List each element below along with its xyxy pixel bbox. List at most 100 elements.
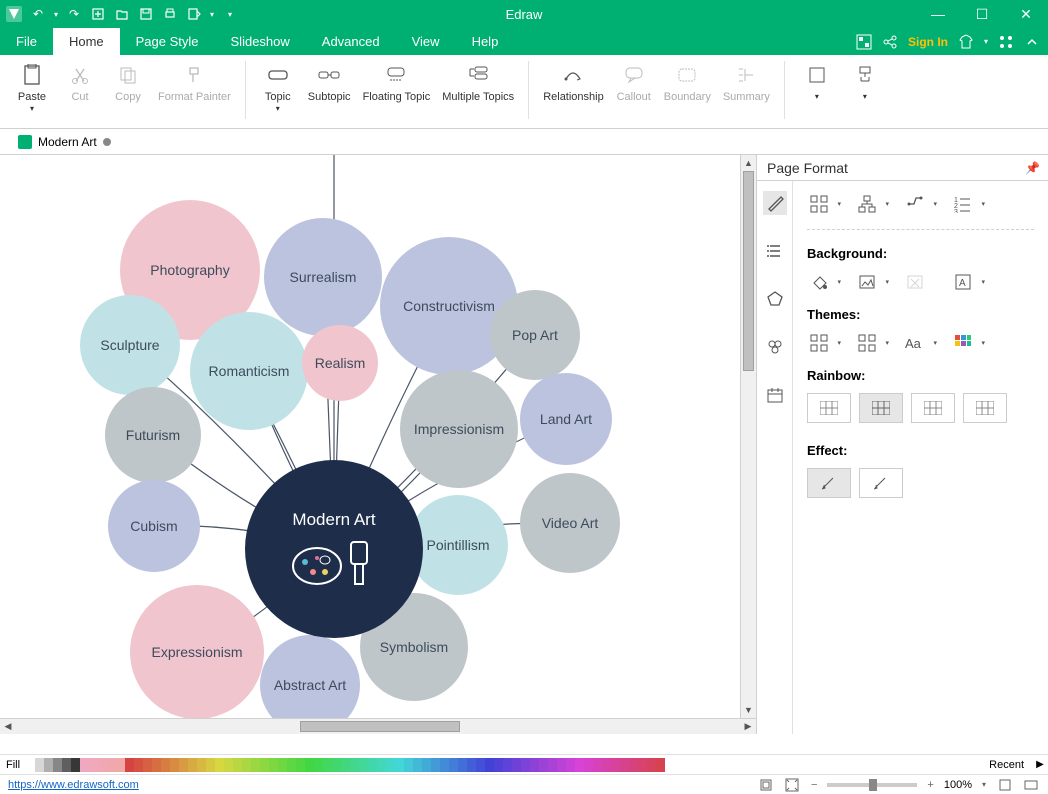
effect-opt-1[interactable]: [807, 468, 851, 498]
scroll-right-arrow-icon[interactable]: ▶: [740, 719, 756, 734]
share-icon[interactable]: [882, 34, 898, 50]
tab-page-style[interactable]: Page Style: [120, 28, 215, 55]
mindmap-node[interactable]: Realism: [302, 325, 378, 401]
vertical-scrollbar[interactable]: ▲ ▼: [740, 155, 756, 718]
tab-advanced[interactable]: Advanced: [306, 28, 396, 55]
color-swatch[interactable]: [602, 758, 611, 772]
rail-list-icon[interactable]: [763, 239, 787, 263]
color-swatch[interactable]: [440, 758, 449, 772]
color-swatch[interactable]: [116, 758, 125, 772]
color-swatch[interactable]: [539, 758, 548, 772]
color-swatch[interactable]: [278, 758, 287, 772]
rainbow-opt-4[interactable]: [963, 393, 1007, 423]
export-icon[interactable]: [186, 6, 202, 22]
color-swatch[interactable]: [206, 758, 215, 772]
relationship-button[interactable]: Relationship: [539, 61, 608, 105]
mindmap-node[interactable]: Expressionism: [130, 585, 264, 719]
scroll-down-arrow-icon[interactable]: ▼: [741, 702, 756, 718]
color-swatch[interactable]: [62, 758, 71, 772]
color-swatch[interactable]: [647, 758, 656, 772]
color-swatch[interactable]: [143, 758, 152, 772]
format-painter-button[interactable]: Format Painter: [154, 61, 235, 105]
presentation-icon[interactable]: [1022, 778, 1040, 792]
color-swatch[interactable]: [215, 758, 224, 772]
color-swatch[interactable]: [422, 758, 431, 772]
grid-icon[interactable]: [998, 34, 1014, 50]
subtopic-button[interactable]: Subtopic: [304, 61, 355, 105]
color-swatch[interactable]: [593, 758, 602, 772]
color-swatch[interactable]: [152, 758, 161, 772]
mindmap-node[interactable]: Cubism: [108, 480, 200, 572]
cut-button[interactable]: Cut: [58, 61, 102, 105]
tab-view[interactable]: View: [396, 28, 456, 55]
print-icon[interactable]: [162, 6, 178, 22]
mindmap-node[interactable]: Futurism: [105, 387, 201, 483]
close-button[interactable]: ✕: [1004, 0, 1048, 28]
save-icon[interactable]: [138, 6, 154, 22]
color-swatch[interactable]: [224, 758, 233, 772]
color-swatch[interactable]: [503, 758, 512, 772]
color-swatch[interactable]: [80, 758, 89, 772]
signin-link[interactable]: Sign In: [908, 35, 948, 49]
page-icon[interactable]: [757, 778, 775, 792]
document-tab[interactable]: Modern Art: [8, 135, 121, 149]
colorstrip-more-icon[interactable]: ▶: [1032, 759, 1048, 770]
color-swatch[interactable]: [251, 758, 260, 772]
undo-icon[interactable]: ↶: [30, 6, 46, 22]
minimize-button[interactable]: —: [916, 0, 960, 28]
scroll-thumb[interactable]: [743, 171, 754, 371]
theme-colors-icon[interactable]: ▾: [855, 332, 879, 354]
rainbow-opt-3[interactable]: [911, 393, 955, 423]
zoom-slider[interactable]: [827, 783, 917, 787]
color-swatch[interactable]: [170, 758, 179, 772]
color-swatch[interactable]: [125, 758, 134, 772]
numbering-icon[interactable]: 123▾: [951, 193, 975, 215]
color-swatch[interactable]: [449, 758, 458, 772]
color-swatch[interactable]: [476, 758, 485, 772]
zoom-in-icon[interactable]: +: [925, 779, 935, 791]
mindmap-node[interactable]: Impressionism: [400, 370, 518, 488]
color-swatch[interactable]: [98, 758, 107, 772]
color-swatch[interactable]: [161, 758, 170, 772]
scroll-left-arrow-icon[interactable]: ◀: [0, 719, 16, 734]
theme-palette-icon[interactable]: ▾: [951, 332, 975, 354]
color-swatch[interactable]: [269, 758, 278, 772]
layout-grid-icon[interactable]: ▾: [807, 193, 831, 215]
color-swatch[interactable]: [260, 758, 269, 772]
collapse-ribbon-icon[interactable]: [1024, 34, 1040, 50]
color-swatch[interactable]: [512, 758, 521, 772]
color-swatch[interactable]: [188, 758, 197, 772]
rail-clover-icon[interactable]: [763, 335, 787, 359]
theme-fonts-icon[interactable]: Aa▾: [903, 332, 927, 354]
color-swatch[interactable]: [107, 758, 116, 772]
color-swatch[interactable]: [134, 758, 143, 772]
color-swatch[interactable]: [314, 758, 323, 772]
hierarchy-icon[interactable]: ▾: [855, 193, 879, 215]
block-b-button[interactable]: ▾: [843, 61, 887, 103]
color-swatch[interactable]: [233, 758, 242, 772]
mindmap-node[interactable]: Surrealism: [264, 218, 382, 336]
rail-calendar-icon[interactable]: [763, 383, 787, 407]
color-swatch[interactable]: [458, 758, 467, 772]
color-swatch[interactable]: [341, 758, 350, 772]
mindmap-node[interactable]: Sculpture: [80, 295, 180, 395]
tab-slideshow[interactable]: Slideshow: [215, 28, 306, 55]
vendor-url[interactable]: https://www.edrawsoft.com: [8, 779, 139, 791]
canvas[interactable]: PhotographySurrealismConstructivismPop A…: [0, 155, 756, 734]
summary-button[interactable]: Summary: [719, 61, 774, 105]
color-swatch[interactable]: [611, 758, 620, 772]
color-swatch[interactable]: [413, 758, 422, 772]
color-swatch[interactable]: [620, 758, 629, 772]
color-swatch[interactable]: [386, 758, 395, 772]
color-swatch[interactable]: [494, 758, 503, 772]
color-swatch[interactable]: [557, 758, 566, 772]
mindmap-center-node[interactable]: Modern Art: [245, 460, 423, 638]
color-swatch[interactable]: [395, 758, 404, 772]
mindmap-node[interactable]: Land Art: [520, 373, 612, 465]
copy-button[interactable]: Copy: [106, 61, 150, 105]
open-icon[interactable]: [114, 6, 130, 22]
connector-style-icon[interactable]: ▾: [903, 193, 927, 215]
topic-button[interactable]: Topic▾: [256, 61, 300, 115]
color-swatch[interactable]: [368, 758, 377, 772]
callout-button[interactable]: Callout: [612, 61, 656, 105]
